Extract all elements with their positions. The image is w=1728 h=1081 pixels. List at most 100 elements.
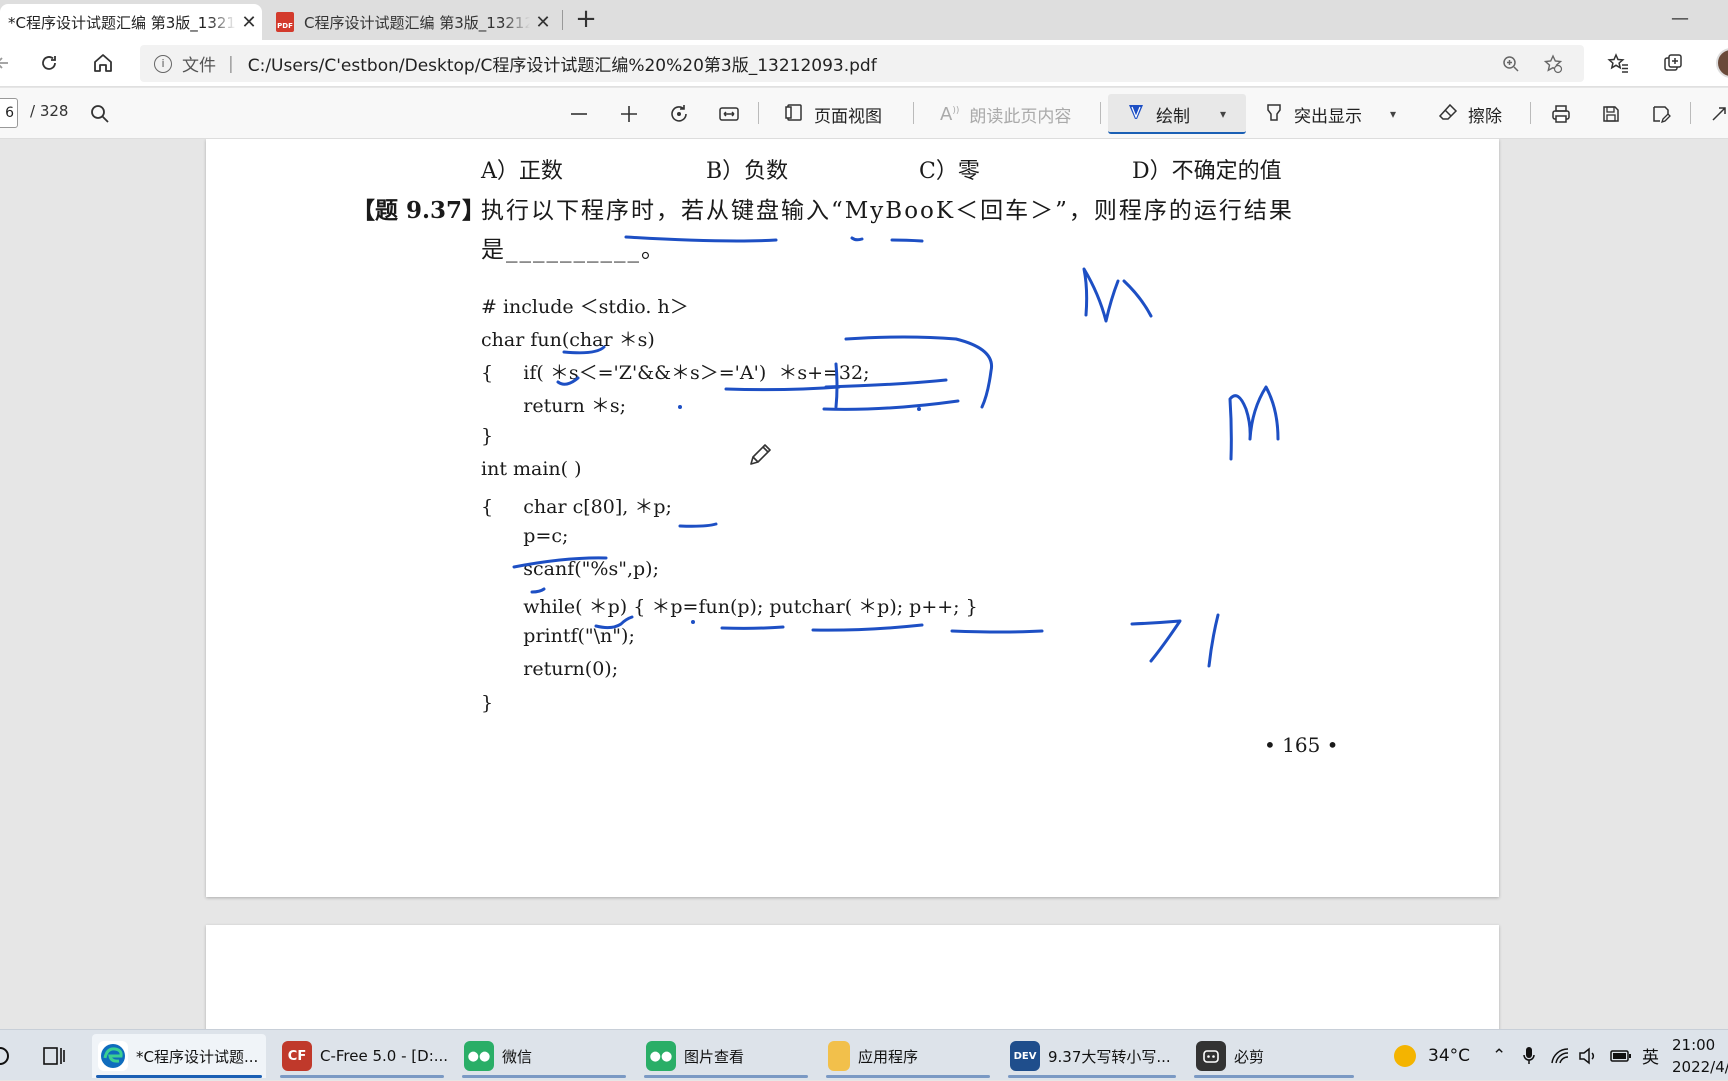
tray-overflow-icon[interactable]: ⌃ [1492, 1030, 1506, 1081]
running-indicator [462, 1075, 626, 1078]
pdf-page-next[interactable] [206, 925, 1499, 1029]
zoom-icon[interactable] [1494, 45, 1528, 82]
start-partial[interactable] [0, 1034, 24, 1078]
taskbar-app-label: 必剪 [1234, 1047, 1265, 1066]
erase-button[interactable]: 擦除 [1438, 97, 1502, 131]
save-icon[interactable] [1594, 97, 1628, 131]
volume-icon[interactable] [1578, 1030, 1598, 1081]
page-total: / 328 [30, 102, 69, 120]
tab-inactive-pdf[interactable]: PDF C程序设计试题汇编 第3版_13212093.pdf ✕ [268, 4, 556, 40]
draw-label: 绘制 [1156, 106, 1190, 127]
refresh-icon[interactable] [32, 46, 66, 80]
taskbar-app-cfree[interactable]: CF C-Free 5.0 - [D:... [276, 1034, 448, 1078]
ink-annotations[interactable] [206, 139, 1499, 897]
taskbar-app-devcpp[interactable]: DEV 9.37大写转小写... [1004, 1034, 1180, 1078]
active-indicator [96, 1075, 262, 1078]
dev-cpp-icon: DEV [1010, 1041, 1040, 1071]
ink-dot [678, 405, 682, 409]
battery-icon[interactable] [1610, 1030, 1632, 1081]
ink-stroke [724, 385, 841, 392]
page-view-button[interactable]: 页面视图 [784, 97, 882, 131]
taskbar-app-label: 应用程序 [858, 1047, 919, 1066]
ink-stroke [624, 235, 778, 243]
tab-strip: *C程序设计试题汇编 第3版_13212093.pdf ✕ PDF C程序设计试… [0, 0, 1728, 40]
wifi-icon[interactable] [1550, 1030, 1570, 1081]
task-view-button[interactable] [36, 1034, 78, 1078]
pdf-toolbar: 6 / 328 页面视图 A)) 朗读此页内容 绘制 ▾ 突出显示 ▾ 擦除 [0, 88, 1728, 139]
highlight-button[interactable]: 突出显示 ▾ [1264, 97, 1396, 131]
fullscreen-icon[interactable] [1702, 97, 1728, 131]
taskbar-app-photo-viewer[interactable]: ●● 图片查看 [640, 1034, 812, 1078]
ink-stroke [1130, 619, 1182, 663]
toolbar-divider [758, 102, 759, 124]
tab-active-pdf[interactable]: *C程序设计试题汇编 第3版_13212093.pdf ✕ [0, 4, 262, 40]
toolbar-divider [1690, 102, 1691, 124]
print-icon[interactable] [1544, 97, 1578, 131]
taskbar-app-label: 图片查看 [684, 1047, 745, 1066]
address-url[interactable]: C:/Users/C'estbon/Desktop/C程序设计试题汇编%20%2… [248, 51, 877, 76]
favorites-icon[interactable] [1601, 46, 1635, 80]
draw-button[interactable]: 绘制 ▾ [1126, 97, 1226, 131]
ink-stroke [850, 236, 864, 242]
highlight-label: 突出显示 [1294, 106, 1362, 127]
ime-indicator[interactable]: 英 [1642, 1030, 1659, 1081]
sun-icon [1394, 1044, 1416, 1067]
ink-stroke [890, 238, 924, 243]
close-icon[interactable]: ✕ [236, 12, 262, 33]
read-aloud-icon: A)) [940, 103, 960, 125]
fit-width-icon[interactable] [712, 97, 746, 131]
draw-pen-icon [1126, 102, 1146, 127]
erase-label: 擦除 [1468, 106, 1502, 127]
taskbar-app-edge[interactable]: *C程序设计试题... [92, 1034, 266, 1078]
ink-stroke [1207, 613, 1220, 668]
home-icon[interactable] [86, 46, 120, 80]
pdf-icon: PDF [276, 12, 294, 32]
microphone-icon[interactable] [1522, 1030, 1536, 1081]
avatar[interactable] [1716, 48, 1728, 78]
ink-stroke [811, 623, 924, 632]
chevron-down-icon[interactable]: ▾ [1390, 107, 1396, 121]
taskbar-app-bijian[interactable]: 必剪 [1190, 1034, 1358, 1078]
taskbar-app-folder[interactable]: 应用程序 [822, 1034, 994, 1078]
page-number-input[interactable]: 6 [0, 98, 18, 128]
ink-stroke [556, 376, 580, 386]
taskbar-app-wechat[interactable]: ●● 微信 [458, 1034, 630, 1078]
add-favorite-icon[interactable] [1536, 45, 1570, 82]
taskbar-app-label: *C程序设计试题... [136, 1047, 259, 1066]
back-icon[interactable] [0, 46, 20, 80]
new-tab-button[interactable]: + [570, 4, 602, 36]
weather-temp: 34°C [1428, 1045, 1471, 1066]
collections-icon[interactable] [1656, 46, 1690, 80]
running-indicator [826, 1075, 990, 1078]
highlighter-icon [1264, 102, 1284, 127]
minimize-button[interactable]: — [1664, 4, 1696, 36]
read-aloud-label: 朗读此页内容 [969, 106, 1072, 127]
zoom-in-icon[interactable] [612, 97, 646, 131]
weather-widget[interactable]: 34°C [1394, 1030, 1470, 1081]
zoom-out-icon[interactable] [562, 97, 596, 131]
ink-stroke [512, 556, 608, 569]
search-icon[interactable] [83, 97, 117, 131]
pdf-viewer[interactable]: A）正数 B）负数 C）零 D）不确定的值 【题 9.37】 执行以下程序时，若… [0, 139, 1728, 1029]
pdf-page[interactable]: A）正数 B）负数 C）零 D）不确定的值 【题 9.37】 执行以下程序时，若… [206, 139, 1499, 897]
address-bar[interactable]: i 文件 | C:/Users/C'estbon/Desktop/C程序设计试题… [140, 45, 1584, 82]
toolbar-divider [1100, 102, 1101, 124]
tab-title: C程序设计试题汇编 第3版_13212093.pdf [304, 13, 530, 32]
ink-stroke [562, 345, 606, 355]
system-clock[interactable]: 21:00 2022/4/ [1672, 1034, 1728, 1078]
close-icon[interactable]: ✕ [530, 12, 556, 33]
tab-divider [562, 10, 563, 30]
toolbar-divider [913, 102, 914, 124]
chevron-down-icon[interactable]: ▾ [1220, 107, 1226, 121]
ink-stroke [1228, 385, 1280, 461]
rotate-icon[interactable] [662, 97, 696, 131]
save-as-icon[interactable] [1644, 97, 1678, 131]
ink-stroke [950, 629, 1044, 634]
ink-stroke [824, 378, 948, 389]
ink-stroke [594, 615, 634, 630]
running-indicator [1008, 1075, 1176, 1078]
pencil-cursor-icon [746, 441, 774, 475]
folder-icon [828, 1041, 850, 1071]
read-aloud-button[interactable]: A)) 朗读此页内容 [940, 97, 1071, 131]
info-icon[interactable]: i [154, 54, 172, 73]
